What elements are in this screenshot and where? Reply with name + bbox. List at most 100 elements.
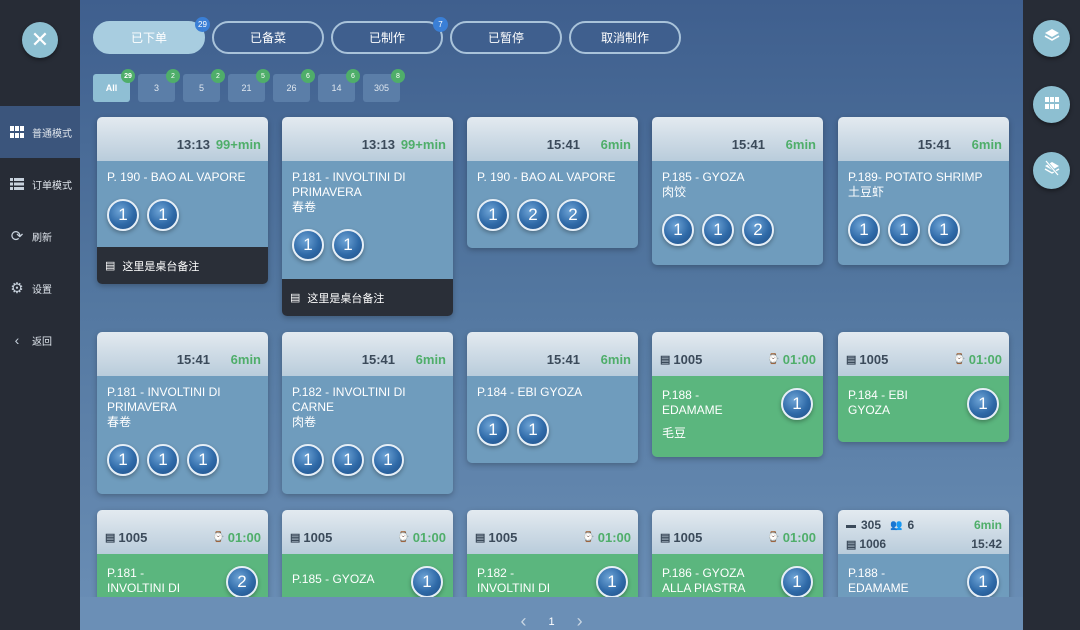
sidebar-item-normal-mode[interactable]: 普通模式 xyxy=(0,106,80,158)
dish-name: P.181 - INVOLTINI DI PRIMAVERA xyxy=(107,385,221,414)
filter-26[interactable]: 26 6 xyxy=(273,69,315,102)
quantity-badge[interactable]: 1 xyxy=(477,414,509,446)
table-number: ▤ 1005 xyxy=(846,352,888,367)
quantity-badge[interactable]: 1 xyxy=(477,199,509,231)
quantity-badge[interactable]: 1 xyxy=(781,388,813,420)
timer-text: 01:00 xyxy=(782,530,816,545)
quantity-badge[interactable]: 2 xyxy=(742,214,774,246)
quantity-badge[interactable]: 1 xyxy=(848,214,880,246)
tab-label: 取消制作 xyxy=(600,31,649,45)
quantity-badge[interactable]: 1 xyxy=(187,444,219,476)
next-page-button[interactable]: › xyxy=(577,611,583,630)
card-header: ▤ 1005 ⌚ 01:00 xyxy=(652,332,823,376)
filter-label: 3 xyxy=(153,83,159,93)
order-card[interactable]: 15:41 6min P. 190 - BAO AL VAPORE 1 2 2 xyxy=(467,117,638,248)
dish-name: P.186 - GYOZA ALLA PIASTRA xyxy=(662,566,746,595)
card-body: P.181 - INVOLTINI DI PRIMAVERA 春卷 1 1 xyxy=(282,161,453,279)
sidebar-item-back[interactable]: ‹ 返回 xyxy=(0,314,80,366)
list-icon xyxy=(9,176,25,192)
prev-page-button[interactable]: ‹ xyxy=(520,611,526,630)
grid-icon xyxy=(1044,96,1059,114)
quantity-badge[interactable]: 1 xyxy=(888,214,920,246)
sidebar-item-order-mode[interactable]: 订单模式 xyxy=(0,158,80,210)
quantity-badge[interactable]: 1 xyxy=(928,214,960,246)
quantity-badge[interactable]: 1 xyxy=(967,566,999,598)
elapsed-time: 6min xyxy=(600,137,631,152)
status-tabs: 已下单 29 已备菜 已制作 7 已暂停 取消制作 xyxy=(93,17,681,54)
sidebar-item-settings[interactable]: ⚙ 设置 xyxy=(0,262,80,314)
order-card[interactable]: 15:41 6min P.185 - GYOZA 肉饺 1 1 2 xyxy=(652,117,823,265)
clipboard-icon: ▤ xyxy=(105,532,116,544)
quantity-badge[interactable]: 1 xyxy=(332,444,364,476)
card-header: ▬ 305 👥 6 6min ▤ 1006 15:42 xyxy=(838,510,1009,554)
table-number: ▤ 1005 xyxy=(105,530,147,545)
quantity-badge[interactable]: 2 xyxy=(226,566,258,598)
filter-14[interactable]: 14 6 xyxy=(318,69,360,102)
order-card[interactable]: ▤ 1005 ⌚ 01:00 P.184 - EBI GYOZA 1 xyxy=(838,332,1009,442)
tab-prepared[interactable]: 已备菜 xyxy=(212,21,324,54)
quantity-badge[interactable]: 1 xyxy=(107,444,139,476)
filter-305[interactable]: 305 8 xyxy=(363,69,405,102)
filter-21[interactable]: 21 5 xyxy=(228,69,270,102)
order-card[interactable]: 15:41 6min P.189- POTATO SHRIMP 土豆虾 1 1 1 xyxy=(838,117,1009,265)
filter-3[interactable]: 32 xyxy=(138,69,180,102)
card-header: ▤ 1005 ⌚ 01:00 xyxy=(652,510,823,554)
quantity-badge[interactable]: 1 xyxy=(147,444,179,476)
quantity-badge[interactable]: 1 xyxy=(147,199,179,231)
timer-text: 01:00 xyxy=(597,530,631,545)
timer-icon: ⌚ xyxy=(582,532,595,543)
hide-layers-button[interactable] xyxy=(1033,152,1070,189)
order-time: 15:41 xyxy=(361,352,395,367)
order-card[interactable]: 15:41 6min P.181 - INVOLTINI DI PRIMAVERA… xyxy=(97,332,268,494)
tab-ordered[interactable]: 已下单 29 xyxy=(93,17,210,54)
table-filter-bar: All 29 32 52 21 5 26 6 14 6 305 8 xyxy=(93,69,405,102)
filter-label: 5 xyxy=(198,83,204,93)
quantity-badge[interactable]: 1 xyxy=(332,229,364,261)
filter-all[interactable]: All 29 xyxy=(93,69,135,102)
tab-cancelled[interactable]: 取消制作 xyxy=(569,21,681,54)
card-header: 15:41 6min xyxy=(467,332,638,376)
order-card[interactable]: 13:13 99+min P. 190 - BAO AL VAPORE 1 1 ▤… xyxy=(97,117,268,284)
quantity-badge[interactable]: 1 xyxy=(702,214,734,246)
timer-text: 01:00 xyxy=(968,352,1002,367)
quantity-badge[interactable]: 1 xyxy=(372,444,404,476)
quantity-badge[interactable]: 2 xyxy=(517,199,549,231)
clipboard-icon: ▤ xyxy=(846,354,857,366)
order-card[interactable]: 15:41 6min P.182 - INVOLTINI DI CARNE 肉卷 … xyxy=(282,332,453,494)
quantity-badge[interactable]: 1 xyxy=(411,566,443,598)
sidebar-item-label: 普通模式 xyxy=(32,128,72,140)
quantity-badge[interactable]: 1 xyxy=(781,566,813,598)
card-header: 15:41 6min xyxy=(838,117,1009,161)
tab-badge: 29 xyxy=(195,17,210,32)
order-card[interactable]: 15:41 6min P.184 - EBI GYOZA 1 1 xyxy=(467,332,638,463)
quantity-badge[interactable]: 1 xyxy=(517,414,549,446)
card-header: 15:41 6min xyxy=(97,332,268,376)
quantity-badge[interactable]: 1 xyxy=(662,214,694,246)
filter-5[interactable]: 52 xyxy=(183,69,225,102)
sidebar-item-refresh[interactable]: ⟳ 刷新 xyxy=(0,210,80,262)
seat-icon: ▬ xyxy=(846,519,856,531)
card-body: P.185 - GYOZA 肉饺 1 1 2 xyxy=(652,161,823,265)
tab-paused[interactable]: 已暂停 xyxy=(450,21,562,54)
dish-name: P.185 - GYOZA xyxy=(662,170,745,184)
quantity-badge[interactable]: 1 xyxy=(107,199,139,231)
quantity-badge[interactable]: 1 xyxy=(596,566,628,598)
card-body: P. 190 - BAO AL VAPORE 1 1 xyxy=(97,161,268,247)
clipboard-icon: ▤ xyxy=(475,532,486,544)
grid-view-button[interactable] xyxy=(1033,86,1070,123)
close-button[interactable]: ✕ xyxy=(22,22,58,58)
layers-button[interactable] xyxy=(1033,20,1070,57)
timer-text: 01:00 xyxy=(782,352,816,367)
filter-count-badge: 6 xyxy=(346,69,360,83)
clipboard-icon: ▤ xyxy=(660,354,671,366)
note-text: 这里是桌台备注 xyxy=(307,292,385,305)
elapsed-time: 99+min xyxy=(215,137,261,152)
filter-label: 14 xyxy=(331,83,342,93)
quantity-badge[interactable]: 1 xyxy=(292,444,324,476)
tab-made[interactable]: 已制作 7 xyxy=(331,17,448,54)
order-card[interactable]: 13:13 99+min P.181 - INVOLTINI DI PRIMAVE… xyxy=(282,117,453,316)
quantity-badge[interactable]: 1 xyxy=(967,388,999,420)
order-card[interactable]: ▤ 1005 ⌚ 01:00 P.188 - EDAMAME 毛豆 1 xyxy=(652,332,823,457)
quantity-badge[interactable]: 1 xyxy=(292,229,324,261)
quantity-badge[interactable]: 2 xyxy=(557,199,589,231)
